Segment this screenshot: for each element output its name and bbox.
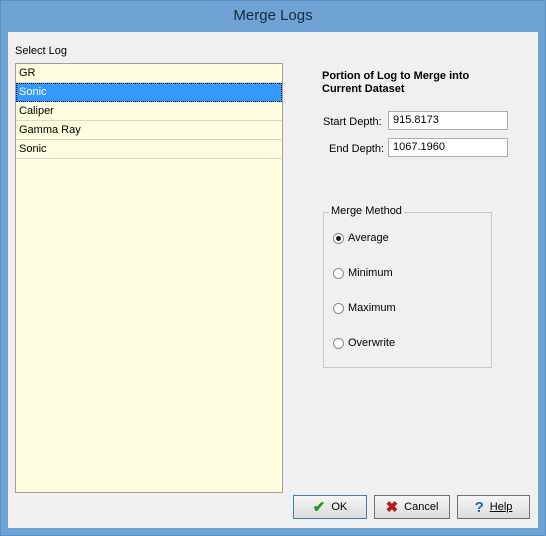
- list-item-sonic-selected[interactable]: Sonic: [16, 83, 282, 102]
- dialog-body: Select Log GR Sonic Caliper Gamma Ray So…: [8, 32, 538, 528]
- radio-minimum-label: Minimum: [348, 267, 393, 280]
- radio-button[interactable]: [333, 337, 344, 349]
- help-label: Help: [489, 501, 513, 513]
- radio-overwrite-label: Overwrite: [348, 337, 396, 350]
- question-icon: ?: [474, 498, 484, 516]
- radio-average[interactable]: Average: [333, 232, 389, 244]
- cancel-label: Cancel: [404, 501, 439, 513]
- list-item-sonic[interactable]: Sonic: [16, 140, 282, 159]
- radio-maximum[interactable]: Maximum: [333, 302, 396, 314]
- cancel-button[interactable]: ✖ Cancel: [374, 495, 450, 519]
- merge-logs-dialog: Merge Logs Select Log GR Sonic Caliper G…: [0, 0, 546, 536]
- merge-method-group: Merge Method Average Minimum Maximum Ove…: [323, 205, 492, 368]
- radio-overwrite[interactable]: Overwrite: [333, 337, 395, 349]
- radio-button-checked[interactable]: [333, 232, 344, 244]
- end-depth-field[interactable]: 1067.1960: [388, 138, 508, 157]
- list-item-caliper[interactable]: Caliper: [16, 102, 282, 121]
- merge-method-legend: Merge Method: [329, 205, 404, 217]
- title-bar[interactable]: Merge Logs: [1, 1, 545, 31]
- x-icon: ✖: [385, 498, 399, 516]
- log-listbox[interactable]: GR Sonic Caliper Gamma Ray Sonic: [15, 63, 283, 493]
- start-depth-field[interactable]: 915.8173: [388, 111, 508, 130]
- portion-heading: Portion of Log to Merge into Current Dat…: [322, 70, 470, 95]
- list-item-gr[interactable]: GR: [16, 64, 282, 83]
- list-item-gamma-ray[interactable]: Gamma Ray: [16, 121, 282, 140]
- radio-button[interactable]: [333, 267, 344, 279]
- window-title: Merge Logs: [233, 7, 313, 24]
- help-button[interactable]: ? Help: [457, 495, 530, 519]
- radio-average-label: Average: [348, 232, 389, 245]
- ok-button[interactable]: ✔ OK: [293, 495, 367, 519]
- start-depth-label: Start Depth:: [323, 116, 382, 128]
- end-depth-label: End Depth:: [329, 143, 385, 155]
- radio-minimum[interactable]: Minimum: [333, 267, 393, 279]
- checkmark-icon: ✔: [312, 498, 326, 516]
- radio-maximum-label: Maximum: [348, 302, 396, 315]
- radio-button[interactable]: [333, 302, 344, 314]
- ok-label: OK: [331, 501, 348, 513]
- select-log-label: Select Log: [15, 45, 67, 57]
